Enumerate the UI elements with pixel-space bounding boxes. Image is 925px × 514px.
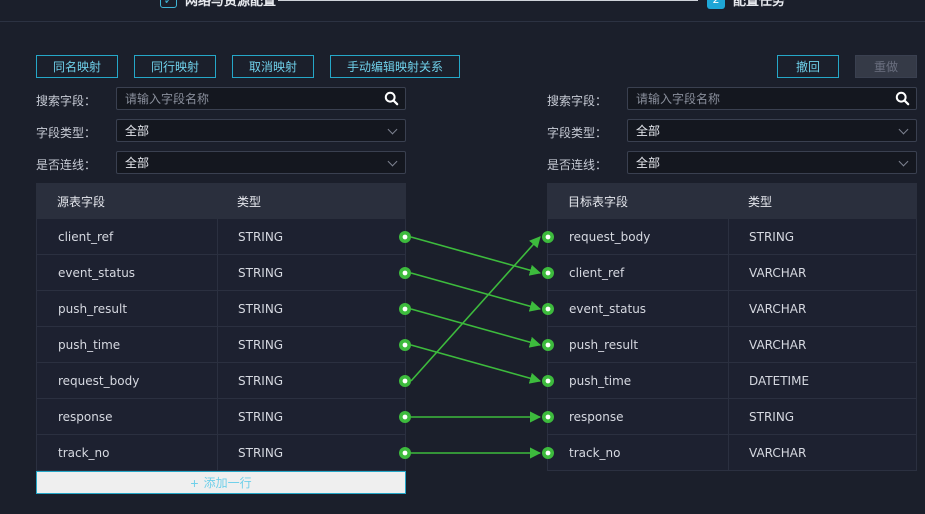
mapping-line[interactable] <box>410 236 541 382</box>
source-anchor-dot[interactable] <box>399 303 411 315</box>
source-anchor-dot[interactable] <box>399 267 411 279</box>
target-anchor-dot[interactable] <box>542 447 554 459</box>
mapping-lines <box>399 231 554 459</box>
target-anchor-dot[interactable] <box>542 375 554 387</box>
target-anchor-dot[interactable] <box>542 339 554 351</box>
source-anchor-dot[interactable] <box>399 231 411 243</box>
source-anchor-dot[interactable] <box>399 411 411 423</box>
mapping-line[interactable] <box>410 272 542 312</box>
source-anchor-dot[interactable] <box>399 339 411 351</box>
mapping-line[interactable] <box>410 344 542 384</box>
mapping-line[interactable] <box>410 308 542 348</box>
source-anchor-dot[interactable] <box>399 447 411 459</box>
source-anchor-dot[interactable] <box>399 375 411 387</box>
target-anchor-dot[interactable] <box>542 303 554 315</box>
target-anchor-dot[interactable] <box>542 267 554 279</box>
mapping-line[interactable] <box>410 236 542 276</box>
target-anchor-dot[interactable] <box>542 411 554 423</box>
target-anchor-dot[interactable] <box>542 231 554 243</box>
